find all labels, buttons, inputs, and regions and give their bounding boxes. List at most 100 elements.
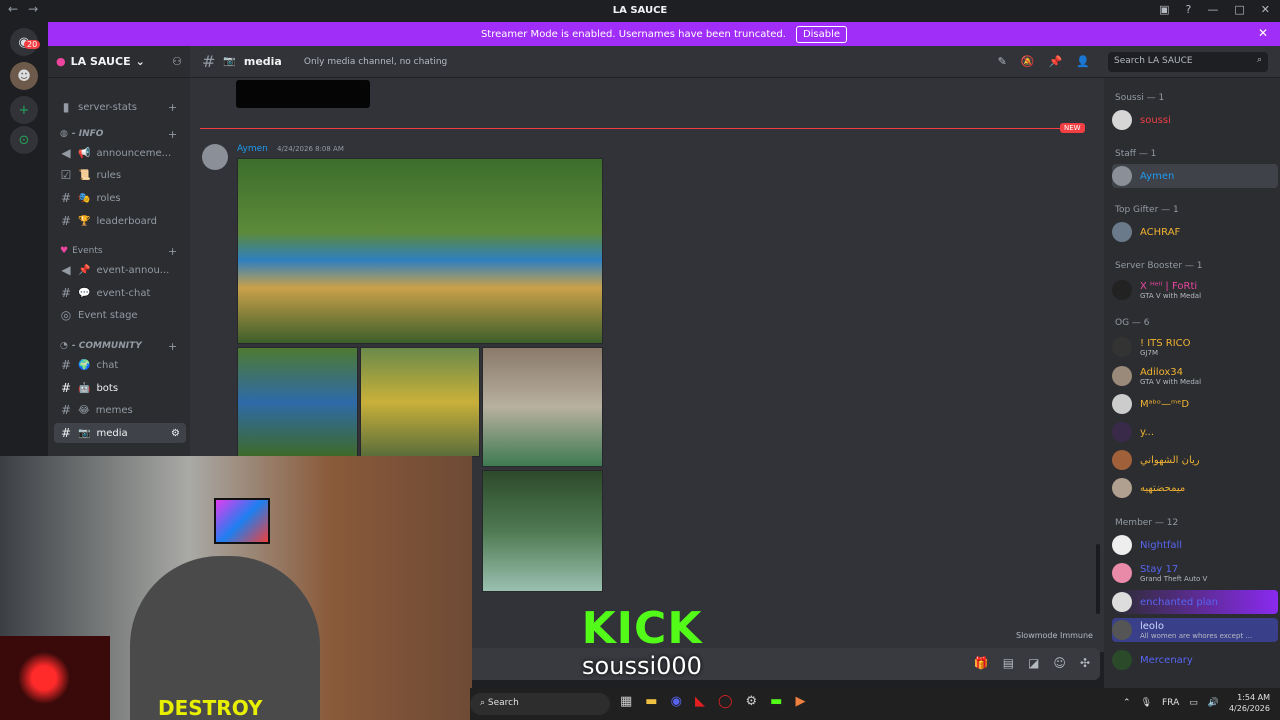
member-item[interactable]: ريان الشهواني xyxy=(1112,448,1278,472)
member-item[interactable]: ACHRAF xyxy=(1112,220,1278,244)
app-icon[interactable]: ⚙ xyxy=(746,694,758,709)
mention-badge: 20 xyxy=(24,40,41,49)
gif-icon[interactable]: ▤ xyxy=(1003,656,1014,670)
message-author[interactable]: Aymen xyxy=(237,144,268,154)
channel-media[interactable]: # 📷 media ⚙ xyxy=(54,423,186,443)
sticker-icon[interactable]: ◪ xyxy=(1028,656,1039,670)
disable-button[interactable]: Disable xyxy=(795,25,848,43)
discord-icon[interactable]: ◉ xyxy=(671,694,682,709)
avatar xyxy=(1112,450,1132,470)
category-info[interactable]: ◍ - INFO xyxy=(60,129,103,139)
member-item[interactable]: Adilox34 GTA V with Medal xyxy=(1112,364,1278,388)
taskbar-search[interactable]: ⌕ Search xyxy=(470,693,610,715)
minimize-icon[interactable]: — xyxy=(1207,3,1218,16)
member-item[interactable]: Stay 17 Grand Theft Auto V xyxy=(1112,561,1278,585)
members-icon[interactable]: 👤 xyxy=(1076,55,1090,68)
photo-ostrich[interactable] xyxy=(482,347,603,467)
apps-icon[interactable]: ✣ xyxy=(1080,656,1090,670)
maximize-icon[interactable]: □ xyxy=(1234,3,1244,16)
channel-announcements[interactable]: ◀ 📢 announceme... xyxy=(54,143,186,163)
header-tools: ✎ 🔕 📌 👤 xyxy=(998,55,1090,68)
opera-icon[interactable]: ◯ xyxy=(718,694,733,709)
system-tray: ⌃ 🎙 FRA ▭ 🔊 1:54 AM 4/26/2026 xyxy=(1123,692,1270,714)
mute-icon[interactable]: 🔕 xyxy=(1021,55,1035,68)
microphone-icon[interactable]: 🎙 xyxy=(1141,698,1152,708)
new-messages-divider xyxy=(200,128,1080,129)
task-view-icon[interactable]: ▦ xyxy=(620,694,632,709)
member-item[interactable]: X ᴴᵉˡˡ | FoRti GTA V with Medal xyxy=(1112,278,1278,302)
media-player-icon[interactable]: ▶ xyxy=(795,694,805,709)
member-item[interactable]: ميمحضتهيه xyxy=(1112,476,1278,500)
member-item[interactable]: Nightfall xyxy=(1112,533,1278,557)
slowmode-label: Slowmode Immune xyxy=(1016,631,1093,640)
network-icon[interactable]: ▭ xyxy=(1189,698,1198,708)
member-item[interactable]: Mercenary xyxy=(1112,648,1278,672)
channel-chat[interactable]: # 🌍 chat xyxy=(54,355,186,375)
channel-event-announcements[interactable]: ◀ 📌 event-annou... xyxy=(54,260,186,280)
avatar xyxy=(1112,478,1132,498)
add-server-icon[interactable]: + xyxy=(10,96,38,124)
channel-rules[interactable]: ☑ 📜 rules xyxy=(54,165,186,185)
member-item[interactable]: enchanted plan xyxy=(1112,590,1278,614)
help-icon[interactable]: ? xyxy=(1186,3,1192,16)
member-item[interactable]: y... xyxy=(1112,420,1278,444)
close-banner-icon[interactable]: ✕ xyxy=(1258,26,1268,40)
settings-icon[interactable]: ⚙ xyxy=(171,428,180,439)
channel-bots[interactable]: # 🤖 bots xyxy=(54,378,186,398)
server-la-sauce-icon[interactable]: ☻ xyxy=(10,62,38,90)
channel-roles[interactable]: # 🎭 roles xyxy=(54,188,186,208)
channel-leaderboard[interactable]: # 🏆 leaderboard xyxy=(54,211,186,231)
invite-icon[interactable]: ⚇ xyxy=(172,55,182,68)
channel-memes[interactable]: # 😂 memes xyxy=(54,400,186,420)
photo-waterfall[interactable] xyxy=(482,470,603,592)
scrollbar[interactable] xyxy=(1096,544,1100,614)
volume-icon[interactable]: 🔊 xyxy=(1208,698,1219,708)
kick-app-icon[interactable]: ▬ xyxy=(770,694,782,709)
member-list: Soussi — 1 soussi Staff — 1 Aymen Top Gi… xyxy=(1104,78,1280,688)
avatar xyxy=(1112,650,1132,670)
channel-event-chat[interactable]: # 💬 event-chat xyxy=(54,283,186,303)
pin-icon[interactable]: 📌 xyxy=(1049,55,1063,68)
discover-icon[interactable]: ⊙ xyxy=(10,126,38,154)
avatar xyxy=(1112,422,1132,442)
photo-birds-valley-gate[interactable] xyxy=(237,158,603,344)
member-group-title: Soussi — 1 xyxy=(1115,93,1165,103)
member-item[interactable]: Mᵃᵇᵒ—ᵐᵉD xyxy=(1112,392,1278,416)
hash-icon: # xyxy=(202,52,216,71)
member-item[interactable]: Aymen xyxy=(1112,164,1278,188)
search-input[interactable]: Search LA SAUCE ⌕ xyxy=(1108,51,1268,72)
member-item[interactable]: soussi xyxy=(1112,108,1278,132)
category-community[interactable]: ◔ - COMMUNITY xyxy=(60,341,142,351)
server-header[interactable]: ● LA SAUCE ⌄ ⚇ xyxy=(48,46,190,78)
photo-bird-statue[interactable] xyxy=(360,347,480,457)
redacted-image[interactable] xyxy=(236,80,370,108)
category-events[interactable]: ♥ Events xyxy=(60,246,103,256)
add-channel-icon[interactable]: + xyxy=(168,101,177,114)
channel-server-stats[interactable]: ▮ server-stats xyxy=(54,97,186,117)
gift-icon[interactable]: 🎁 xyxy=(974,656,989,670)
channel-event-stage[interactable]: ◎ Event stage xyxy=(54,305,186,325)
language-indicator[interactable]: FRA xyxy=(1162,698,1179,708)
member-item[interactable]: leolo All women are whores except ... xyxy=(1112,618,1278,642)
shirt-text: DESTROY xyxy=(158,696,263,720)
window-title: LA SAUCE xyxy=(612,5,668,16)
add-channel-icon[interactable]: + xyxy=(168,245,177,258)
pc-fans-image xyxy=(0,636,110,720)
clock[interactable]: 1:54 AM 4/26/2026 xyxy=(1229,692,1270,714)
amd-icon[interactable]: ◣ xyxy=(695,694,705,709)
add-channel-icon[interactable]: + xyxy=(168,340,177,353)
channel-topic: Only media channel, no chating xyxy=(303,56,448,67)
close-window-icon[interactable]: ✕ xyxy=(1261,3,1270,16)
file-explorer-icon[interactable]: ▬ xyxy=(645,694,657,709)
add-channel-icon[interactable]: + xyxy=(168,128,177,141)
avatar[interactable] xyxy=(202,144,228,170)
chevron-up-icon[interactable]: ⌃ xyxy=(1123,698,1131,708)
threads-icon[interactable]: ✎ xyxy=(998,55,1007,68)
avatar xyxy=(1112,563,1132,583)
photo-sign[interactable] xyxy=(237,347,358,457)
inbox-icon[interactable]: ▣ xyxy=(1159,3,1169,16)
emoji-icon[interactable]: ☺ xyxy=(1053,656,1066,670)
hash-icon: # xyxy=(60,358,72,372)
message-composer[interactable]: 🎁 ▤ ◪ ☺ ✣ xyxy=(460,648,1100,680)
member-item[interactable]: ! ITS RICO GJ7M xyxy=(1112,335,1278,359)
